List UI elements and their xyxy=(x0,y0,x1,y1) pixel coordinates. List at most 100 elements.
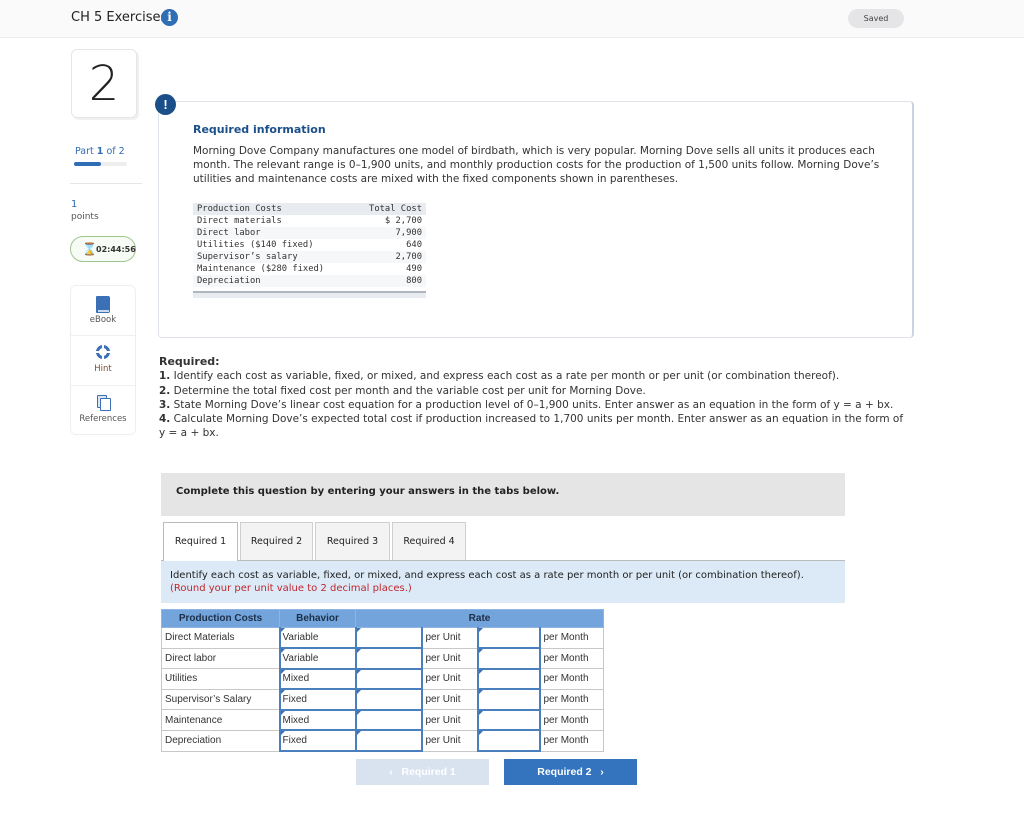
per-unit-input[interactable] xyxy=(354,647,423,670)
required-item-text: Identify each cost as variable, fixed, o… xyxy=(170,370,840,383)
cost-total: 800 xyxy=(353,275,426,287)
required-item-number: 3. xyxy=(159,398,171,411)
timer-value: 02:44:56 xyxy=(96,245,136,254)
tab-required-4[interactable]: Required 4 xyxy=(392,522,466,560)
cost-total: 2,700 xyxy=(353,251,426,263)
previous-required-button[interactable]: ‹ Required 1 xyxy=(356,759,489,785)
per-month-label: per Month xyxy=(539,668,604,690)
per-month-input[interactable] xyxy=(476,647,541,670)
required-information-title: Required information xyxy=(193,123,326,136)
cost-total: 7,900 xyxy=(353,227,426,239)
required-item: 1. Identify each cost as variable, fixed… xyxy=(159,369,909,383)
per-unit-input[interactable] xyxy=(354,729,423,753)
tab-instructions: Identify each cost as variable, fixed, o… xyxy=(161,561,845,603)
table-row: Depreciation 800 xyxy=(193,275,426,287)
required-item-number: 4. xyxy=(159,413,171,426)
per-month-label: per Month xyxy=(539,647,604,670)
next-button-label: Required 2 xyxy=(537,766,592,778)
required-item: 2. Determine the total fixed cost per mo… xyxy=(159,384,909,398)
behavior-select[interactable]: Variable xyxy=(278,647,357,670)
table-row: Utilities Mixed per Unit per Month xyxy=(161,668,604,691)
production-costs-table: Production Costs Total Cost Direct mater… xyxy=(193,203,426,287)
cost-name: Depreciation xyxy=(193,275,354,287)
behavior-select[interactable]: Fixed xyxy=(278,729,357,753)
answer-table: Production Costs Behavior Rate Direct Ma… xyxy=(161,609,604,753)
behavior-select[interactable]: Variable xyxy=(278,627,357,650)
per-unit-label: per Unit xyxy=(421,688,478,711)
saved-status-badge: Saved xyxy=(848,9,904,28)
chevron-right-icon: › xyxy=(600,766,604,778)
cost-name: Utilities ($140 fixed) xyxy=(197,240,314,250)
table-row: Direct labor Variable per Unit per Month xyxy=(161,647,604,670)
column-header-rate: Rate xyxy=(355,609,604,628)
table-row: Utilities ($140 fixed) 640 xyxy=(193,239,426,251)
per-unit-label: per Unit xyxy=(421,647,478,670)
per-unit-input[interactable] xyxy=(354,688,423,711)
per-month-input[interactable] xyxy=(476,668,541,691)
per-unit-input[interactable] xyxy=(354,627,423,650)
per-month-label: per Month xyxy=(539,688,604,711)
rounding-note: (Round your per unit value to 2 decimal … xyxy=(170,583,412,594)
column-header: Total Cost xyxy=(353,203,426,215)
cost-name: Direct labor xyxy=(193,227,354,239)
table-row: Direct Materials Variable per Unit per M… xyxy=(161,627,604,650)
required-item-number: 2. xyxy=(159,384,171,397)
lifebuoy-icon xyxy=(96,345,110,359)
per-unit-input[interactable] xyxy=(354,709,423,732)
behavior-select[interactable]: Fixed xyxy=(278,688,357,711)
instructions-text: Identify each cost as variable, fixed, o… xyxy=(170,570,804,581)
tab-required-3[interactable]: Required 3 xyxy=(315,522,390,560)
column-header-production-costs: Production Costs xyxy=(161,609,280,628)
required-heading: Required: xyxy=(159,355,220,368)
book-icon xyxy=(96,296,110,313)
required-item-number: 1. xyxy=(159,370,171,383)
hourglass-icon: ⌛ xyxy=(82,242,97,256)
behavior-select[interactable]: Mixed xyxy=(278,709,357,732)
hint-button[interactable]: Hint xyxy=(71,336,135,386)
per-unit-label: per Unit xyxy=(421,627,478,649)
cost-name: Direct materials xyxy=(197,216,282,226)
per-month-input[interactable] xyxy=(476,709,541,732)
table-footer-bar xyxy=(193,291,426,298)
cost-name: Direct Materials xyxy=(161,627,280,649)
top-bar: CH 5 Exercises i Saved xyxy=(0,0,1024,38)
behavior-select[interactable]: Mixed xyxy=(278,668,357,691)
instruction-banner: Complete this question by entering your … xyxy=(161,473,845,516)
cost-total: 640 xyxy=(406,240,422,250)
assignment-title: CH 5 Exercises xyxy=(71,10,168,25)
per-unit-label: per Unit xyxy=(421,729,478,752)
question-number: 2 xyxy=(88,56,120,112)
required-item-text: Calculate Morning Dove’s expected total … xyxy=(159,413,904,440)
per-month-input[interactable] xyxy=(476,627,541,650)
required-item-text: State Morning Dove’s linear cost equatio… xyxy=(170,398,894,411)
alert-icon: ! xyxy=(155,94,176,115)
info-icon[interactable]: i xyxy=(161,9,178,26)
ebook-button[interactable]: eBook xyxy=(71,286,135,336)
column-header-behavior: Behavior xyxy=(279,609,356,628)
per-month-input[interactable] xyxy=(476,688,541,711)
points-value: 1 xyxy=(71,199,78,210)
next-required-button[interactable]: Required 2 › xyxy=(504,759,637,785)
per-unit-label: per Unit xyxy=(421,668,478,690)
table-row: Depreciation Fixed per Unit per Month xyxy=(161,729,604,753)
cost-name: Maintenance ($280 fixed) xyxy=(197,264,325,274)
per-unit-input[interactable] xyxy=(354,668,423,691)
part-progress-bar xyxy=(74,162,127,166)
part-progress-fill xyxy=(74,162,101,166)
table-row: Maintenance ($280 fixed) 490 xyxy=(193,263,426,275)
references-label: References xyxy=(79,414,127,424)
previous-button-label: Required 1 xyxy=(401,766,456,778)
per-month-label: per Month xyxy=(539,709,604,731)
tab-required-2[interactable]: Required 2 xyxy=(240,522,313,560)
tools-panel: eBook Hint References xyxy=(70,285,136,435)
tab-required-1[interactable]: Required 1 xyxy=(163,522,238,561)
cost-name: Supervisor’s salary xyxy=(193,251,354,263)
per-month-label: per Month xyxy=(539,627,604,649)
references-button[interactable]: References xyxy=(71,386,135,436)
per-month-input[interactable] xyxy=(476,729,541,753)
documents-icon xyxy=(97,395,111,411)
hint-label: Hint xyxy=(94,364,112,374)
sidebar-divider xyxy=(70,183,142,184)
chevron-left-icon: ‹ xyxy=(389,766,393,778)
table-row: Supervisor’s salary 2,700 xyxy=(193,251,426,263)
